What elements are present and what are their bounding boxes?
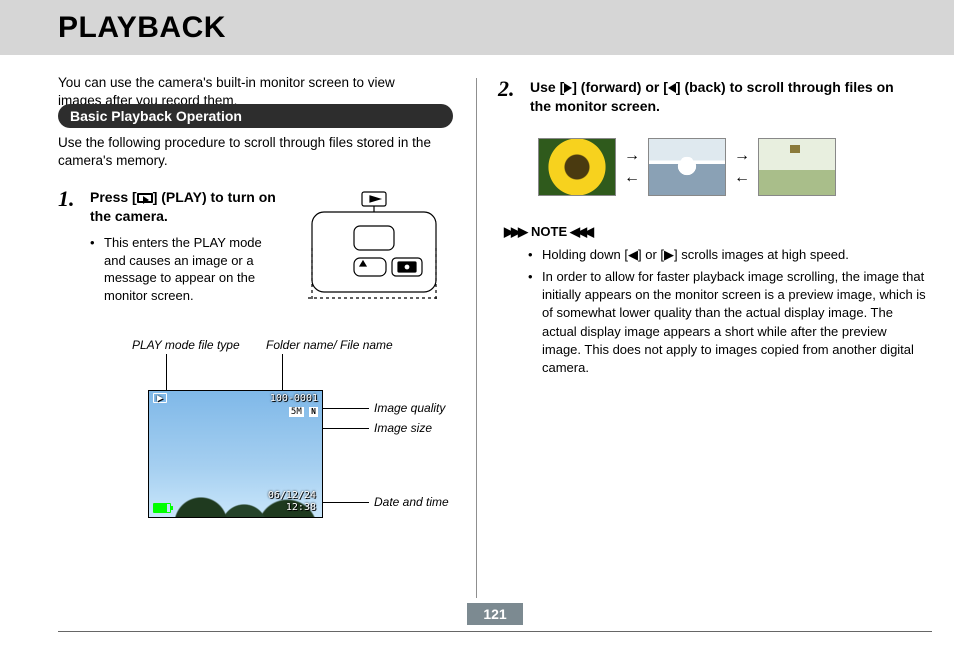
s2b: ] (forward) or [ xyxy=(572,79,668,95)
footer-rule xyxy=(58,631,932,632)
leader-line xyxy=(282,354,283,390)
section-subtext: Use the following procedure to scroll th… xyxy=(58,134,458,170)
label-image-size: Image size xyxy=(374,421,432,435)
label-file-type: PLAY mode file type xyxy=(132,338,252,352)
leader-line xyxy=(323,428,369,429)
monitor-preview: ▶ 100-0001 5M N 06/12/24 12:38 xyxy=(148,390,323,518)
arrow-left-icon: ← xyxy=(624,170,640,186)
column-divider xyxy=(476,78,477,598)
time-readout: 12:38 xyxy=(268,502,316,514)
step-1-bullet: This enters the PLAY mode and causes an … xyxy=(90,234,286,304)
date-readout: 06/12/24 xyxy=(268,490,316,502)
leader-line xyxy=(323,502,369,503)
note-deco-right-icon: ▶▶▶ xyxy=(573,224,594,240)
manual-page: PLAYBACK You can use the camera's built-… xyxy=(0,0,954,646)
step-number: 2. xyxy=(498,78,520,100)
battery-icon xyxy=(153,503,171,513)
step1-pre: Press [ xyxy=(90,189,137,205)
intro-text: You can use the camera's built-in monito… xyxy=(0,56,410,110)
note-body: Holding down [◀] or [▶] scrolls images a… xyxy=(528,246,928,377)
overlay-diagram: PLAY mode file type Folder name/ File na… xyxy=(88,338,448,523)
camera-illustration xyxy=(304,188,444,308)
step-2-heading: Use [] (forward) or [] (back) to scroll … xyxy=(530,78,903,116)
note-heading: ▶▶▶ NOTE ▶▶▶ xyxy=(504,224,903,240)
label-folder-file: Folder name/ File name xyxy=(266,338,416,352)
note-item: In order to allow for faster playback im… xyxy=(528,268,928,377)
left-column: Basic Playback Operation Use the followi… xyxy=(58,104,458,523)
label-image-quality: Image quality xyxy=(374,401,445,415)
page-footer: 121 xyxy=(58,603,932,632)
page-number-badge: 121 xyxy=(467,603,523,625)
quality-readout: N xyxy=(309,407,318,417)
step-1: 1. Press [] (PLAY) to turn on the camera… xyxy=(58,188,458,308)
label-date-time: Date and time xyxy=(374,495,449,509)
leader-line xyxy=(166,354,167,390)
size-readout: 5M xyxy=(289,407,304,417)
section-heading: Basic Playback Operation xyxy=(58,104,453,128)
title-bar: PLAYBACK xyxy=(0,0,954,56)
step-1-heading: Press [] (PLAY) to turn on the camera. T… xyxy=(90,188,286,304)
note-deco-left-icon: ▶▶▶ xyxy=(504,224,525,240)
note-item: Holding down [◀] or [▶] scrolls images a… xyxy=(528,246,928,264)
camera-svg xyxy=(304,188,444,308)
right-column: 2. Use [] (forward) or [] (back) to scro… xyxy=(498,78,903,381)
folder-file-readout: 100-0001 xyxy=(270,393,318,407)
arrow-left-icon: ← xyxy=(734,170,750,186)
triangle-left-icon xyxy=(668,83,676,93)
leader-line xyxy=(323,408,369,409)
arrow-right-icon: → xyxy=(624,148,640,164)
arrow-pair: →← xyxy=(624,148,640,186)
step-number: 1. xyxy=(58,188,80,210)
thumb-flower xyxy=(538,138,616,196)
page-title: PLAYBACK xyxy=(58,11,226,45)
play-icon xyxy=(137,193,153,203)
thumb-dragonfly xyxy=(758,138,836,196)
thumbnail-strip: →← →← xyxy=(538,138,903,196)
arrow-right-icon: → xyxy=(734,148,750,164)
s2a: Use [ xyxy=(530,79,564,95)
playmode-icon: ▶ xyxy=(153,393,167,403)
note-label: NOTE xyxy=(531,224,567,239)
arrow-pair: →← xyxy=(734,148,750,186)
thumb-mountain xyxy=(648,138,726,196)
